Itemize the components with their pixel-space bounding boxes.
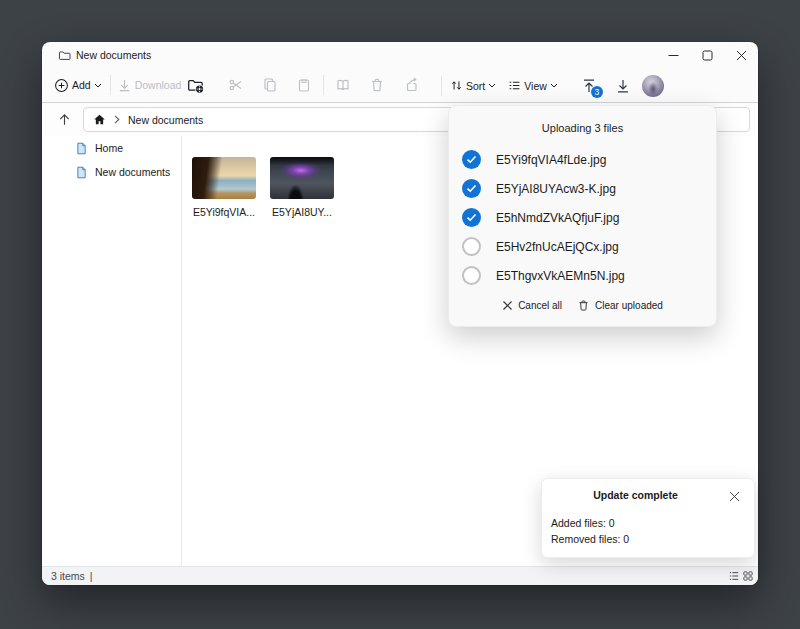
clear-uploaded-button[interactable]: Clear uploaded [577, 299, 663, 312]
upload-file-name: E5ThgvxVkAEMn5N.jpg [496, 269, 625, 283]
upload-item: E5Hv2fnUcAEjQCx.jpg [449, 232, 716, 261]
sidebar-item-home[interactable]: Home [42, 136, 181, 160]
download-icon [117, 78, 132, 93]
rename-button[interactable] [326, 72, 360, 98]
open-book-icon [335, 77, 351, 93]
items-count: 3 items [51, 570, 85, 582]
breadcrumb-current[interactable]: New documents [128, 114, 203, 126]
share-button[interactable] [394, 72, 428, 98]
removed-files-line: Removed files: 0 [551, 533, 742, 545]
close-button[interactable] [724, 42, 758, 68]
chevron-down-icon [94, 83, 102, 88]
upload-count-badge: 3 [591, 86, 603, 98]
titlebar: New documents [42, 42, 758, 68]
toolbar-separator [110, 75, 111, 95]
sidebar: Home New documents [42, 136, 182, 566]
window-title: New documents [76, 49, 151, 61]
upload-status-button[interactable]: 3 [572, 73, 606, 99]
paste-button[interactable] [287, 72, 321, 98]
notification-title: Update complete [551, 489, 720, 501]
update-notification: Update complete Added files: 0 Removed f… [541, 478, 755, 558]
view-button[interactable]: View [502, 73, 564, 99]
file-tile[interactable]: E5YjAI8UY... [270, 157, 334, 218]
details-view-icon[interactable] [729, 571, 739, 581]
upload-file-name: E5Yi9fqVIA4fLde.jpg [496, 153, 606, 167]
file-name: E5Yi9fqVIA... [193, 206, 255, 218]
file-thumbnail [270, 157, 334, 199]
toolbar-separator [441, 76, 442, 96]
chevron-right-icon [114, 115, 120, 124]
sort-icon [450, 79, 463, 92]
file-tile[interactable]: E5Yi9fqVIA... [192, 157, 256, 218]
tiles-view-icon[interactable] [743, 571, 753, 581]
view-list-icon [508, 79, 521, 92]
upload-file-name: E5YjAI8UYAcw3-K.jpg [496, 182, 616, 196]
download-tray-icon [615, 78, 631, 94]
add-icon [54, 78, 69, 93]
cut-icon [228, 77, 244, 93]
new-folder-button[interactable] [185, 72, 219, 98]
download-button[interactable]: Download [113, 72, 186, 98]
trash-icon [369, 77, 385, 93]
minimize-button[interactable] [656, 42, 690, 68]
chevron-down-icon [488, 83, 496, 88]
maximize-button[interactable] [690, 42, 724, 68]
file-thumbnail [192, 157, 256, 199]
status-separator: | [90, 570, 93, 582]
x-icon [502, 300, 513, 311]
folder-icon [58, 49, 71, 62]
document-icon [75, 166, 88, 179]
upload-panel-title: Uploading 3 files [449, 122, 716, 134]
window-controls [656, 42, 758, 68]
check-circle-icon [462, 150, 481, 169]
sort-button[interactable]: Sort [444, 73, 502, 99]
document-icon [75, 142, 88, 155]
sync-download-button[interactable] [606, 73, 640, 99]
toolbar: Add Download [42, 68, 758, 103]
home-icon [93, 113, 106, 126]
add-button[interactable]: Add [48, 72, 108, 98]
copy-icon [262, 77, 278, 93]
paste-icon [296, 77, 312, 93]
chevron-down-icon [550, 83, 558, 88]
statusbar: 3 items | [42, 566, 758, 585]
upload-item: E5hNmdZVkAQfjuF.jpg [449, 203, 716, 232]
cancel-all-button[interactable]: Cancel all [502, 299, 562, 312]
pending-circle-icon [462, 266, 481, 285]
delete-button[interactable] [360, 72, 394, 98]
user-avatar[interactable] [642, 75, 664, 97]
toolbar-separator [323, 75, 324, 95]
file-name: E5YjAI8UY... [272, 206, 332, 218]
added-files-line: Added files: 0 [551, 517, 742, 529]
notification-close-icon[interactable] [726, 488, 742, 504]
upload-item: E5ThgvxVkAEMn5N.jpg [449, 261, 716, 290]
check-circle-icon [462, 179, 481, 198]
upload-file-name: E5hNmdZVkAQfjuF.jpg [496, 211, 619, 225]
copy-button[interactable] [253, 72, 287, 98]
upload-progress-panel: Uploading 3 files E5Yi9fqVIA4fLde.jpg E5… [448, 105, 717, 327]
navigate-up-button[interactable] [50, 107, 78, 133]
upload-item: E5YjAI8UYAcw3-K.jpg [449, 174, 716, 203]
share-icon [403, 77, 419, 93]
check-circle-icon [462, 208, 481, 227]
pending-circle-icon [462, 237, 481, 256]
cut-button[interactable] [219, 72, 253, 98]
upload-file-name: E5Hv2fnUcAEjQCx.jpg [496, 240, 619, 254]
sidebar-item-new-documents[interactable]: New documents [42, 160, 181, 184]
new-folder-icon [187, 77, 204, 94]
upload-item: E5Yi9fqVIA4fLde.jpg [449, 145, 716, 174]
trash-icon [577, 299, 590, 312]
